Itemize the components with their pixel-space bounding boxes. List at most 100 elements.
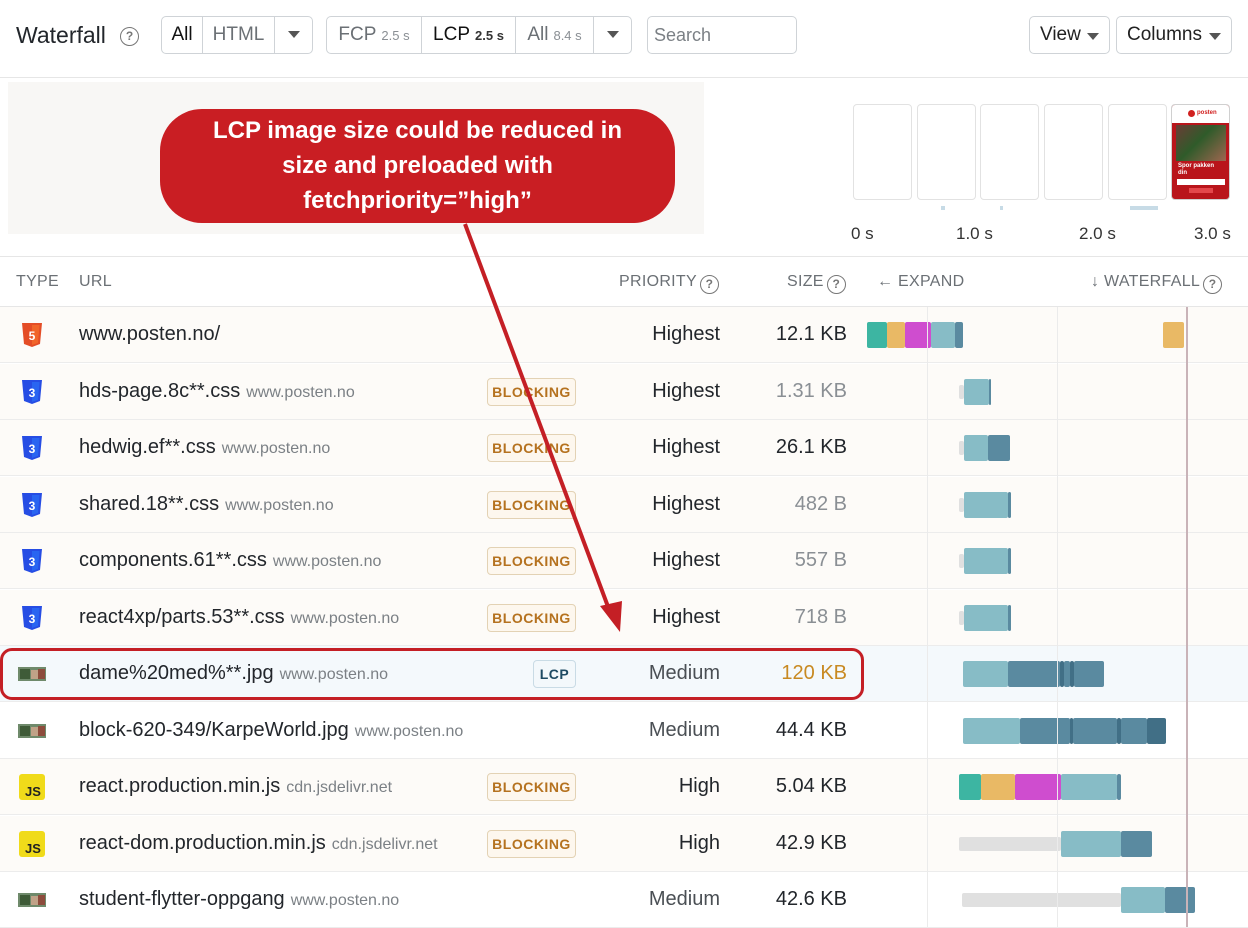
request-url[interactable]: shared.18**.css www.posten.no	[79, 493, 334, 516]
request-url[interactable]: react-dom.production.min.js cdn.jsdelivr.…	[79, 832, 438, 855]
request-url[interactable]: hds-page.8c**.css www.posten.no	[79, 380, 355, 403]
table-row[interactable]: JS react.production.min.js cdn.jsdelivr.ne…	[0, 759, 1248, 815]
fcp-button[interactable]: FCP 2.5 s	[327, 17, 422, 53]
css-file-icon: 3	[18, 378, 46, 406]
waterfall-bar-ttfb	[964, 491, 1008, 518]
timeline-mark	[1000, 206, 1003, 210]
lcp-marker-line	[1186, 307, 1188, 927]
filmstrip-frame[interactable]	[853, 104, 912, 200]
col-priority[interactable]: PRIORITY?	[619, 273, 719, 294]
col-waterfall-label: ↓ WATERFALL	[1091, 273, 1201, 290]
help-icon[interactable]: ?	[120, 27, 139, 46]
search-input[interactable]: Search	[647, 16, 797, 54]
waterfall-bar-download	[988, 435, 1010, 461]
table-row[interactable]: 3 react4xp/parts.53**.css www.posten.no BLO…	[0, 589, 1248, 646]
filmstrip-frame[interactable]	[980, 104, 1039, 200]
request-size: 482 B	[794, 492, 847, 515]
request-priority: Highest	[652, 379, 720, 402]
table-row[interactable]: 3 hds-page.8c**.css www.posten.no BLOCKING H…	[0, 363, 1248, 420]
chevron-down-icon	[1087, 33, 1099, 40]
filmstrip-frame[interactable]	[1108, 104, 1167, 200]
metric-filter: FCP 2.5 s LCP 2.5 s All 8.4 s	[326, 16, 632, 54]
request-url[interactable]: www.posten.no/	[79, 323, 220, 346]
svg-text:JS: JS	[25, 841, 41, 856]
table-row[interactable]: JS react-dom.production.min.js cdn.jsdeliv…	[0, 815, 1248, 872]
help-icon[interactable]: ?	[1203, 275, 1223, 294]
col-url[interactable]: URL	[79, 273, 112, 291]
type-filter-dropdown[interactable]	[275, 17, 312, 53]
waterfall-bar-dns	[959, 774, 981, 800]
request-url[interactable]: react.production.min.js cdn.jsdelivr.net	[79, 775, 392, 798]
request-url[interactable]: student-flytter-oppgang www.posten.no	[79, 888, 399, 911]
lcp-label: LCP	[433, 24, 471, 45]
frame-input	[1177, 179, 1225, 185]
waterfall-bar-ttfb	[964, 604, 1008, 631]
request-name: hds-page.8c**.css	[79, 379, 241, 402]
waterfall-bar-ttfb	[963, 717, 1020, 744]
table-row[interactable]: 3 hedwig.ef**.css www.posten.no BLOCKING Hig…	[0, 420, 1248, 476]
table-row[interactable]: 5 www.posten.no/Highest 12.1 KB	[0, 307, 1248, 363]
frame-heading: Spor pakken din	[1178, 163, 1215, 176]
waterfall-bar-dns	[867, 322, 887, 348]
page-title: Waterfall	[16, 22, 106, 48]
request-url[interactable]: block-620-349/KarpeWorld.jpg www.posten.n…	[79, 719, 463, 742]
timeline-tick: 1.0 s	[956, 224, 993, 243]
request-size: 44.4 KB	[775, 718, 847, 741]
waterfall-bar-download	[1117, 774, 1121, 800]
waterfall-bar-download	[955, 322, 963, 348]
waterfall-bar-ttfb	[964, 378, 989, 405]
waterfall-bar-connect	[981, 774, 1015, 800]
filmstrip-frame[interactable]	[917, 104, 976, 200]
gridline	[927, 307, 928, 927]
expand-button[interactable]: ← EXPAND	[877, 273, 964, 291]
css-file-icon: 3	[18, 547, 46, 575]
waterfall-bar-download	[1008, 661, 1060, 687]
timeline-tick: 3.0 s	[1194, 224, 1231, 243]
filmstrip-frame[interactable]	[1044, 104, 1103, 200]
annotation-line-1: LCP image size could be reduced in	[213, 117, 622, 144]
fcp-label: FCP	[338, 24, 377, 45]
view-label: View	[1040, 24, 1081, 45]
col-waterfall[interactable]: ↓ WATERFALL?	[1091, 273, 1223, 294]
filmstrip-frame-lcp[interactable]: posten Spor pakken din	[1171, 104, 1230, 200]
waterfall-bar-wait	[962, 893, 1121, 907]
blocking-badge: BLOCKING	[487, 547, 576, 575]
request-priority: Medium	[648, 718, 720, 741]
help-icon[interactable]: ?	[826, 275, 846, 294]
filter-html-button[interactable]: HTML	[203, 17, 275, 53]
css-file-icon: 3	[18, 604, 46, 632]
blocking-badge: BLOCKING	[487, 603, 576, 632]
lcp-button[interactable]: LCP 2.5 s	[422, 17, 516, 53]
filter-all-button[interactable]: All	[162, 17, 203, 53]
request-url[interactable]: react4xp/parts.53**.css www.posten.no	[79, 606, 399, 629]
request-name: react-dom.production.min.js	[79, 831, 326, 854]
request-size: 42.6 KB	[775, 888, 847, 910]
waterfall-bar-ttfb	[931, 322, 955, 348]
table-row[interactable]: block-620-349/KarpeWorld.jpg www.posten.n…	[0, 702, 1248, 759]
help-icon[interactable]: ?	[699, 275, 719, 294]
col-type[interactable]: TYPE	[16, 273, 59, 291]
svg-text:3: 3	[29, 499, 36, 513]
timeline-tick: 2.0 s	[1079, 224, 1116, 243]
request-url[interactable]: components.61**.css www.posten.no	[79, 549, 381, 572]
svg-text:3: 3	[29, 612, 36, 626]
col-size[interactable]: SIZE?	[787, 273, 846, 294]
annotation-callout: LCP image size could be reduced in size …	[160, 109, 675, 223]
metric-filter-dropdown[interactable]	[594, 17, 631, 53]
waterfall-bar-download	[1008, 604, 1011, 631]
request-name: react.production.min.js	[79, 775, 281, 797]
view-button[interactable]: View	[1029, 16, 1110, 54]
waterfall-bar-download	[1073, 717, 1117, 744]
table-row[interactable]: student-flytter-oppgang www.posten.no Medi…	[0, 872, 1248, 928]
request-size: 12.1 KB	[775, 323, 847, 345]
posten-logo: posten	[1188, 110, 1217, 117]
table-row[interactable]: 3 components.61**.css www.posten.no BLOCKIN…	[0, 533, 1248, 589]
waterfall-bar-download-dark	[1147, 717, 1166, 744]
waterfall-bar-download	[1008, 548, 1011, 574]
request-url[interactable]: hedwig.ef**.css www.posten.no	[79, 436, 330, 459]
table-row[interactable]: 3 shared.18**.css www.posten.no BLOCKING Hig…	[0, 476, 1248, 533]
request-size: 5.04 KB	[775, 775, 847, 797]
all-metrics-button[interactable]: All 8.4 s	[516, 17, 594, 53]
request-priority: High	[678, 775, 720, 797]
columns-button[interactable]: Columns	[1116, 16, 1232, 54]
